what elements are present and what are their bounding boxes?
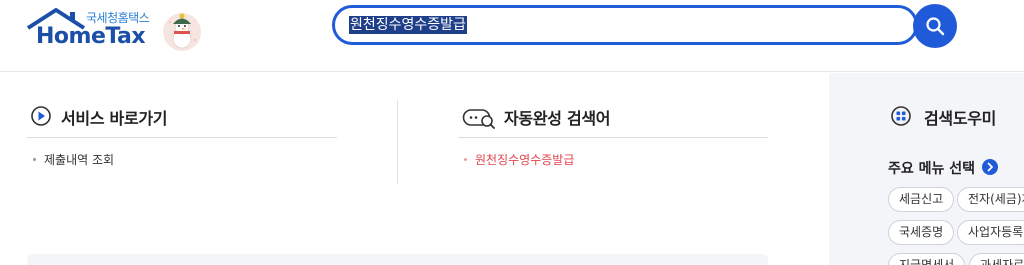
chevron-right-icon[interactable]	[982, 159, 998, 175]
helper-title: 검색도우미	[924, 109, 997, 128]
play-circle-icon	[31, 106, 51, 126]
bottom-banner-strip	[27, 254, 768, 265]
chip-electronic-invoice[interactable]: 전자(세금)계	[957, 187, 1024, 212]
autocomplete-item[interactable]: 원천징수영수증발급	[464, 152, 574, 168]
autocomplete-title: 자동완성 검색어	[504, 109, 611, 128]
chip-business-registration[interactable]: 사업자등록	[957, 220, 1024, 245]
search-input[interactable]: 원천징수영수증발급	[332, 5, 918, 45]
services-item-label: 제출내역 조회	[44, 153, 115, 167]
logo-title: HomeTax	[36, 24, 146, 49]
services-divider	[27, 137, 337, 138]
search-bubble-icon	[462, 109, 495, 129]
chip-payment-statement[interactable]: 지급명세서	[888, 253, 966, 265]
chip-tax-certificate[interactable]: 국세증명	[888, 220, 955, 245]
services-item-submission-history[interactable]: 제출내역 조회	[33, 152, 114, 168]
chip-tax-filing[interactable]: 세금신고	[888, 187, 955, 212]
bullet-icon	[33, 158, 36, 161]
autocomplete-divider	[458, 137, 768, 138]
chip-tax-data[interactable]: 과세자료	[969, 253, 1024, 265]
search-input-value: 원천징수영수증발급	[349, 16, 467, 34]
search-icon	[926, 17, 945, 36]
search-button[interactable]	[913, 4, 957, 48]
search-helper-panel: 검색도우미 주요 메뉴 선택 세금신고 전자(세금)계 국세증명 사업자등록 지…	[829, 73, 1024, 265]
bullet-icon	[464, 158, 467, 161]
snowman-mascot-icon	[163, 13, 201, 51]
services-title: 서비스 바로가기	[61, 109, 168, 128]
grid-circle-icon	[891, 106, 911, 126]
vertical-divider	[397, 100, 398, 184]
chevron-right-glyph	[987, 162, 993, 172]
header: 국세청홈택스 HomeTax 원천징수영수증발급	[0, 0, 1024, 72]
autocomplete-item-label: 원천징수영수증발급	[475, 153, 575, 167]
main-menu-select-title: 주요 메뉴 선택	[888, 161, 976, 177]
